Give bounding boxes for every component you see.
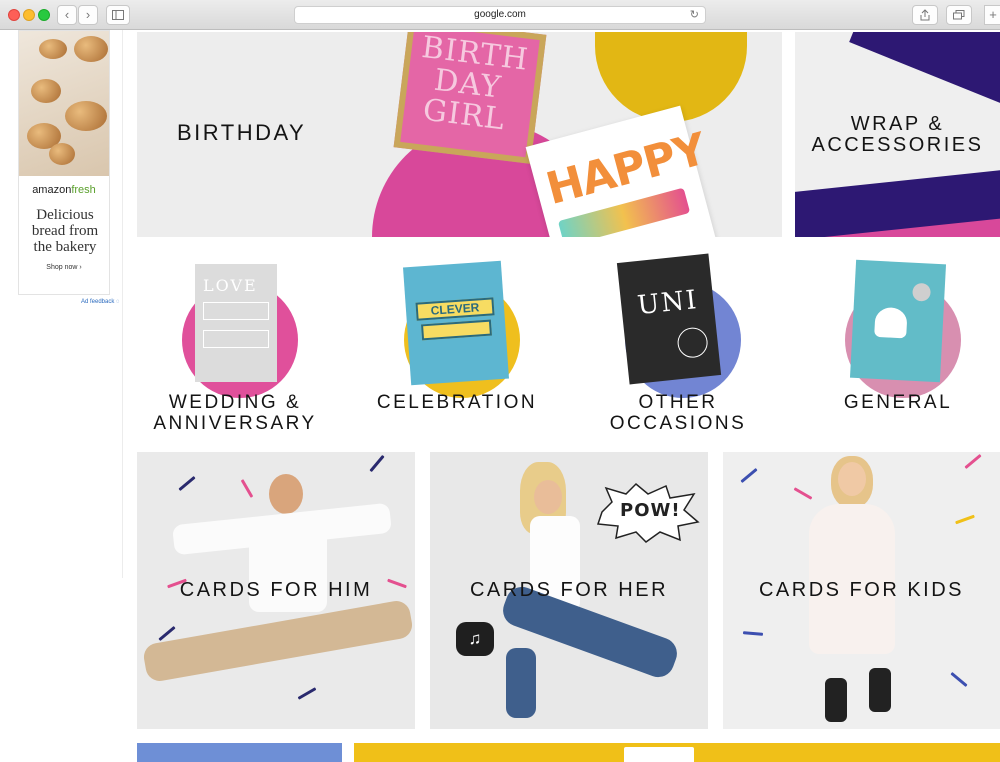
girl-shoe-right (869, 668, 891, 712)
wrapping-paper-top (849, 32, 1000, 117)
cards-for-kids-label: CARDS FOR KIDS (758, 579, 965, 601)
cards-for-her-tile[interactable]: POW! ♫ CARDS FOR HER (430, 452, 708, 729)
occasion-celebration[interactable]: CLEVER CELEBRATION (362, 252, 552, 437)
ad-copy: Delicious bread from the bakery (31, 207, 99, 255)
wedding-card: LOVE (195, 264, 277, 382)
reload-icon[interactable]: ↻ (690, 7, 699, 23)
occasion-other[interactable]: UNI OTHER OCCASIONS (583, 252, 773, 437)
occasion-label: WEDDING & ANNIVERSARY (153, 392, 317, 434)
woman-head (534, 480, 562, 514)
browser-toolbar: ‹ › google.com ↻ + (0, 0, 1000, 30)
new-tab-icon[interactable]: + (984, 5, 1000, 25)
divider (122, 30, 123, 578)
birthday-banner[interactable]: BIRTH DAY GIRL HAPPY BIRTHDAY (137, 32, 782, 237)
wrap-accessories-banner[interactable]: WRAP & ACCESSORIES (795, 32, 1000, 237)
wrap-label: WRAP & ACCESSORIES (811, 113, 984, 156)
music-note-icon: ♫ (456, 622, 494, 656)
sidebar-toggle-icon[interactable] (106, 5, 130, 25)
occasion-label: GENERAL (843, 392, 953, 413)
birthday-girl-card: BIRTH DAY GIRL (393, 32, 547, 164)
bottom-tile-blue[interactable] (137, 743, 342, 762)
close-window-button[interactable] (8, 9, 20, 21)
girl-shoe-left (825, 678, 847, 722)
zoom-window-button[interactable] (38, 9, 50, 21)
man-head (269, 474, 303, 514)
pow-bubble-icon: POW! (596, 482, 700, 544)
amazonfresh-logo: amazonfresh (32, 184, 96, 196)
general-card (849, 259, 947, 383)
girl-head (838, 462, 866, 496)
ad-feedback-link[interactable]: Ad feedback ◌ (81, 299, 120, 305)
minimize-window-button[interactable] (23, 9, 35, 21)
occasion-label: CELEBRATION (376, 392, 538, 413)
cards-for-him-label: CARDS FOR HIM (179, 579, 373, 601)
bread-image (19, 31, 109, 176)
celebration-card: CLEVER (403, 260, 509, 386)
woman-leg (506, 648, 536, 718)
address-bar[interactable]: google.com ↻ (294, 6, 706, 24)
other-occasions-card: UNI (616, 253, 722, 385)
back-icon[interactable]: ‹ (57, 5, 77, 25)
tabs-overview-icon[interactable] (946, 5, 972, 25)
advertisement[interactable]: amazonfresh Delicious bread from the bak… (18, 30, 110, 295)
occasion-general[interactable]: GENERAL (803, 252, 993, 437)
cards-for-him-tile[interactable]: CARDS FOR HIM (137, 452, 415, 729)
cards-for-kids-tile[interactable]: CARDS FOR KIDS (723, 452, 1000, 729)
speech-bubble-icon: ◌ (116, 299, 120, 305)
birthday-label: BIRTHDAY (177, 120, 307, 145)
forward-icon[interactable]: › (78, 5, 98, 25)
share-icon[interactable] (912, 5, 938, 25)
cards-for-her-label: CARDS FOR HER (469, 579, 669, 601)
happy-birthday-card: HAPPY (525, 105, 717, 237)
occasion-label: OTHER OCCASIONS (609, 392, 747, 434)
occasion-wedding-anniversary[interactable]: LOVE WEDDING & ANNIVERSARY (140, 252, 330, 437)
address-text: google.com (474, 9, 526, 20)
shop-now-link[interactable]: Shop now › (19, 264, 109, 271)
bottom-tile-yellow[interactable] (354, 743, 1000, 762)
